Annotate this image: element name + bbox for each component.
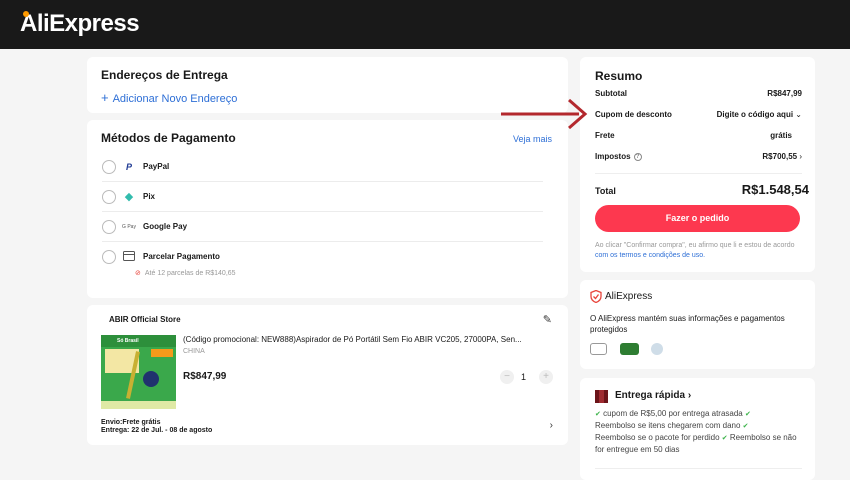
check-icon: ✔	[742, 423, 749, 430]
fast-delivery-benefits: ✔ cupom de R$5,00 por entrega atrasada ✔…	[595, 408, 805, 455]
thumb-banner: Só Brasil	[101, 335, 176, 347]
quantity-stepper: − 1 +	[500, 369, 553, 385]
fast-delivery-section[interactable]: Entrega rápida › ✔ cupom de R$5,00 por e…	[580, 378, 815, 480]
total-label: Total	[595, 186, 616, 196]
store-name[interactable]: ABIR Official Store	[109, 315, 181, 324]
quantity-value: 1	[521, 372, 527, 382]
payment-label: PayPal	[143, 162, 170, 171]
address-title: Endereços de Entrega	[101, 68, 228, 82]
installment-note-text: Até 12 parcelas de R$140,65	[144, 270, 236, 277]
place-order-button[interactable]: Fazer o pedido	[595, 205, 800, 232]
security-badge-1	[590, 343, 607, 355]
increase-button[interactable]: +	[539, 370, 553, 384]
subtotal-row: Subtotal R$847,99	[595, 89, 802, 101]
product-price: R$847,99	[183, 371, 227, 382]
shipping-info: Envio:Frete grátis	[101, 419, 161, 426]
payment-option-paypal[interactable]: P PayPal	[102, 152, 543, 182]
paypal-icon: P	[125, 162, 132, 172]
payment-label: Pix	[143, 192, 156, 201]
thumb-vacuum-head	[143, 371, 159, 387]
benefit-text: Reembolso se o pacote for perdido	[595, 433, 720, 442]
payment-section: Métodos de Pagamento Veja mais P PayPal …	[87, 120, 568, 298]
logo-text: AliExpress	[20, 10, 140, 37]
radio-button[interactable]	[102, 250, 116, 264]
tax-row[interactable]: Impostos? R$700,55 ›	[595, 152, 802, 164]
see-more-link[interactable]: Veja mais	[513, 134, 552, 144]
card-icon	[122, 251, 136, 263]
chevron-right-icon[interactable]: ›	[550, 420, 553, 431]
aliexpress-logo[interactable]: AliExpress	[20, 9, 140, 38]
payment-option-pix[interactable]: ◆ Pix	[102, 182, 543, 212]
fast-delivery-title-text: Entrega rápida	[615, 390, 686, 401]
thumb-banner-text: Só Brasil	[117, 338, 139, 344]
thumb-footer	[101, 401, 176, 409]
payment-label: Google Pay	[143, 222, 188, 231]
radio-button[interactable]	[102, 190, 116, 204]
chevron-right-icon: ›	[799, 152, 802, 161]
store-section: ABIR Official Store ✎ Só Brasil (Código …	[87, 305, 568, 445]
security-text: O AliExpress mantém suas informações e p…	[590, 314, 785, 334]
chevron-right-icon: ›	[687, 390, 692, 401]
address-section: Endereços de Entrega + Adicionar Novo End…	[87, 57, 568, 113]
shipping-row: Frete grátis	[595, 131, 802, 143]
package-icon	[595, 390, 608, 403]
subtotal-value: R$847,99	[767, 89, 802, 98]
warning-icon: ⊘	[135, 270, 141, 277]
add-address-link[interactable]: + Adicionar Novo Endereço	[101, 90, 237, 105]
total-value: R$1.548,54	[741, 182, 809, 197]
installment-note: ⊘ Até 12 parcelas de R$140,65	[135, 269, 236, 277]
annotation-arrow	[501, 98, 588, 130]
check-icon: ✔	[745, 411, 751, 418]
fast-delivery-title[interactable]: Entrega rápida ›	[615, 390, 691, 401]
tax-label: Impostos	[595, 152, 631, 161]
security-brand: AliExpress	[605, 291, 653, 302]
check-icon: ✔	[721, 435, 728, 442]
radio-button[interactable]	[102, 160, 116, 174]
payment-option-google-pay[interactable]: G Pay Google Pay	[102, 212, 543, 242]
coupon-row[interactable]: Cupom de desconto Digite o código aqui ⌄	[595, 110, 802, 122]
shield-icon	[590, 290, 602, 303]
divider	[595, 173, 802, 174]
order-summary: Resumo Subtotal R$847,99 Cupom de descon…	[580, 57, 815, 272]
subtotal-label: Subtotal	[595, 89, 627, 98]
check-icon: ✔	[595, 411, 601, 418]
security-badge-3	[651, 343, 663, 355]
google-pay-icon: G Pay	[122, 224, 136, 230]
coupon-input-trigger[interactable]: Digite o código aqui ⌄	[717, 110, 802, 119]
coupon-label: Cupom de desconto	[595, 110, 672, 119]
security-badge-2	[620, 343, 639, 355]
edit-icon[interactable]: ✎	[543, 313, 552, 326]
security-section: AliExpress O AliExpress mantém suas info…	[580, 280, 815, 369]
product-title[interactable]: (Código promocional: NEW888)Aspirador de…	[183, 335, 551, 344]
terms-text: Ao clicar "Confirmar compra", eu afirmo …	[595, 241, 800, 261]
benefit-text: Reembolso se itens chegarem com dano	[595, 421, 741, 430]
payment-title: Métodos de Pagamento	[101, 131, 236, 145]
benefit-text: cupom de R$5,00 por entrega atrasada	[603, 409, 743, 418]
top-header: AliExpress	[0, 0, 850, 49]
product-origin: CHINA	[183, 348, 205, 355]
payment-label: Parcelar Pagamento	[143, 252, 220, 261]
shipping-label: Frete	[595, 131, 615, 140]
chevron-down-icon: ⌄	[795, 110, 802, 119]
product-thumbnail[interactable]: Só Brasil	[101, 335, 176, 409]
add-address-label: Adicionar Novo Endereço	[112, 93, 238, 105]
delivery-date: Entrega: 22 de Jul. - 08 de agosto	[101, 427, 213, 434]
payment-option-installments[interactable]: Parcelar Pagamento ⊘ Até 12 parcelas de R…	[102, 242, 543, 282]
summary-title: Resumo	[595, 69, 643, 83]
total-row: Total R$1.548,54	[595, 182, 809, 200]
shipping-value: grátis	[770, 131, 792, 140]
radio-button[interactable]	[102, 220, 116, 234]
coupon-placeholder: Digite o código aqui	[716, 110, 794, 119]
terms-link[interactable]: com os termos e condições de uso.	[595, 252, 705, 259]
pix-icon: ◆	[124, 191, 134, 203]
divider	[595, 468, 802, 469]
terms-prefix: Ao clicar "Confirmar compra", eu afirmo …	[595, 242, 795, 249]
info-icon[interactable]: ?	[633, 152, 642, 161]
decrease-button[interactable]: −	[500, 370, 514, 384]
tax-value: R$700,55	[762, 152, 798, 161]
plus-icon: +	[101, 90, 109, 105]
thumb-tag	[151, 349, 173, 357]
